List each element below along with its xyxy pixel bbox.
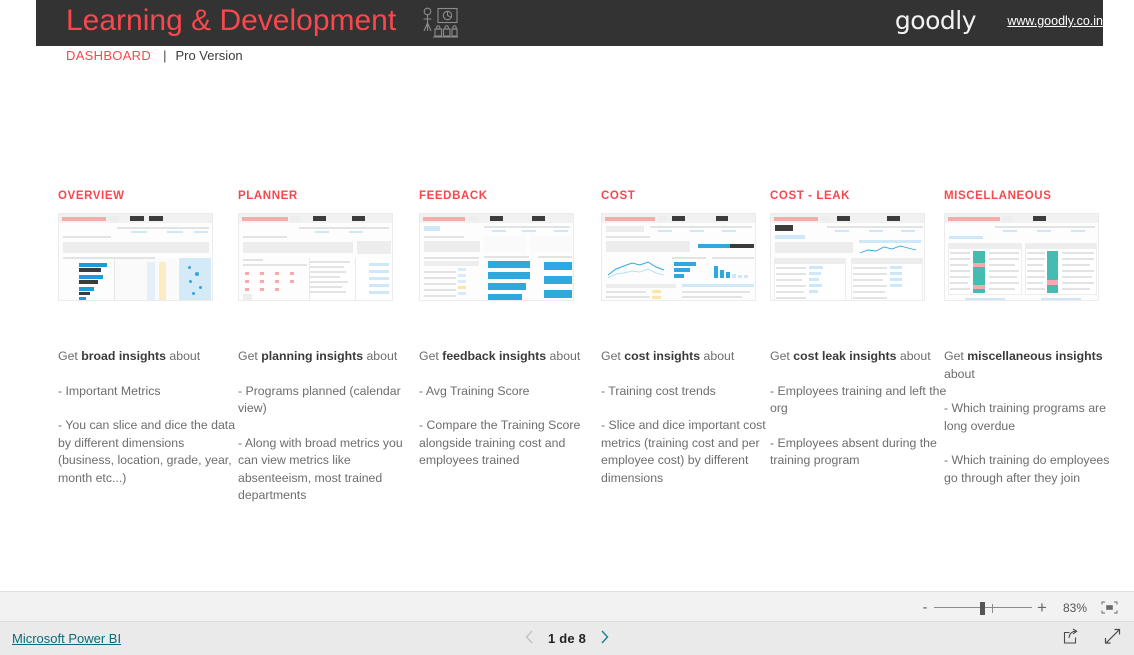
card-description: Get planning insights about - Programs p… (238, 348, 418, 505)
card-bullet: - Which training do employees go through… (944, 453, 1110, 485)
card-title: MISCELLANEOUS (944, 190, 1052, 202)
page-indicator: 1 de 8 (547, 631, 587, 646)
card-cost-leak[interactable]: COST - LEAK Get cost leak insights about… (770, 190, 946, 467)
card-intro: Get feedback insights about (419, 349, 581, 363)
card-title: PLANNER (238, 190, 298, 202)
planner-report-thumbnail[interactable] (238, 213, 393, 301)
card-miscellaneous[interactable]: MISCELLANEOUS Get miscellaneous insights… (944, 190, 1119, 485)
status-bar: Microsoft Power BI 1 de 8 (0, 622, 1134, 655)
card-title: COST - LEAK (770, 190, 851, 202)
card-description: Get cost insights about - Training cost … (601, 348, 781, 487)
zoom-slider[interactable] (934, 601, 1032, 615)
goodly-logo: goodly (894, 6, 977, 35)
card-cost[interactable]: COST Get cost insights about - Training … (601, 190, 776, 485)
card-bullet: - Avg Training Score (419, 383, 530, 398)
card-feedback[interactable]: FEEDBACK Get feedback insights about - A… (419, 190, 594, 467)
report-section-cards: OVERVIEW Get broad insights about - Impo… (0, 190, 1134, 530)
chevron-left-icon[interactable] (525, 630, 534, 648)
page-navigation: 1 de 8 (0, 622, 1134, 655)
zoom-toolbar: - + 83% (0, 591, 1134, 622)
card-bullet: - Employees absent during the training p… (770, 435, 937, 468)
card-bullet: - Which training programs are long overd… (944, 401, 1106, 433)
zoom-in-button[interactable]: + (1032, 599, 1052, 616)
share-icon[interactable] (1063, 628, 1080, 650)
cost-leak-report-thumbnail[interactable] (770, 213, 925, 301)
card-title: OVERVIEW (58, 190, 125, 202)
subtitle-pro-version: Pro Version (175, 48, 243, 63)
cost-report-thumbnail[interactable] (601, 213, 756, 301)
card-bullet: - Along with broad metrics you can view … (238, 435, 403, 503)
card-intro: Get planning insights about (238, 349, 398, 363)
overview-report-thumbnail[interactable] (58, 213, 213, 301)
card-title: FEEDBACK (419, 190, 488, 202)
zoom-slider-handle[interactable] (980, 601, 985, 615)
card-description: Get feedback insights about - Avg Traini… (419, 348, 599, 470)
status-bar-icons (1063, 622, 1121, 655)
card-planner[interactable]: PLANNER Get planning insights about - Pr… (238, 190, 413, 502)
subtitle-dashboard: DASHBOARD (66, 48, 152, 63)
training-presentation-icon (420, 7, 458, 41)
card-description: Get cost leak insights about - Employees… (770, 348, 950, 470)
fit-to-page-icon[interactable] (1098, 600, 1120, 616)
zoom-out-button[interactable]: - (916, 600, 934, 615)
chevron-right-icon[interactable] (600, 630, 609, 648)
card-bullet: - Employees training and left the org (770, 383, 947, 416)
card-bullet: - Important Metrics (58, 383, 161, 398)
zoom-level-label: 83% (1062, 600, 1088, 615)
card-overview[interactable]: OVERVIEW Get broad insights about - Impo… (58, 190, 235, 485)
card-bullet: - Compare the Training Score alongside t… (419, 418, 581, 467)
card-bullet: - Slice and dice important cost metrics … (601, 418, 766, 485)
powerbi-report-viewer: Learning & Development goodly www.goodly… (0, 0, 1134, 655)
zoom-slider-tick (992, 603, 993, 613)
subtitle-row: DASHBOARD | Pro Version (66, 48, 243, 63)
card-bullet: - You can slice and dice the data by dif… (58, 418, 236, 485)
fullscreen-icon[interactable] (1104, 628, 1121, 650)
card-description: Get miscellaneous insights about - Which… (944, 348, 1124, 487)
card-intro: Get cost insights about (601, 349, 735, 363)
card-description: Get broad insights about - Important Met… (58, 348, 238, 487)
zoom-controls: - + 83% (916, 592, 1120, 623)
card-intro: Get miscellaneous insights about (944, 349, 1103, 381)
page-title: Learning & Development (66, 4, 397, 37)
goodly-website-link[interactable]: www.goodly.co.in (1007, 14, 1103, 28)
report-canvas: Learning & Development goodly www.goodly… (0, 0, 1134, 591)
feedback-report-thumbnail[interactable] (419, 213, 574, 301)
card-intro: Get broad insights about (58, 349, 201, 363)
miscellaneous-report-thumbnail[interactable] (944, 213, 1099, 301)
subtitle-separator: | (163, 48, 167, 63)
card-intro: Get cost leak insights about (770, 349, 931, 363)
card-bullet: - Programs planned (calendar view) (238, 383, 401, 416)
card-title: COST (601, 190, 636, 202)
card-bullet: - Training cost trends (601, 383, 716, 398)
